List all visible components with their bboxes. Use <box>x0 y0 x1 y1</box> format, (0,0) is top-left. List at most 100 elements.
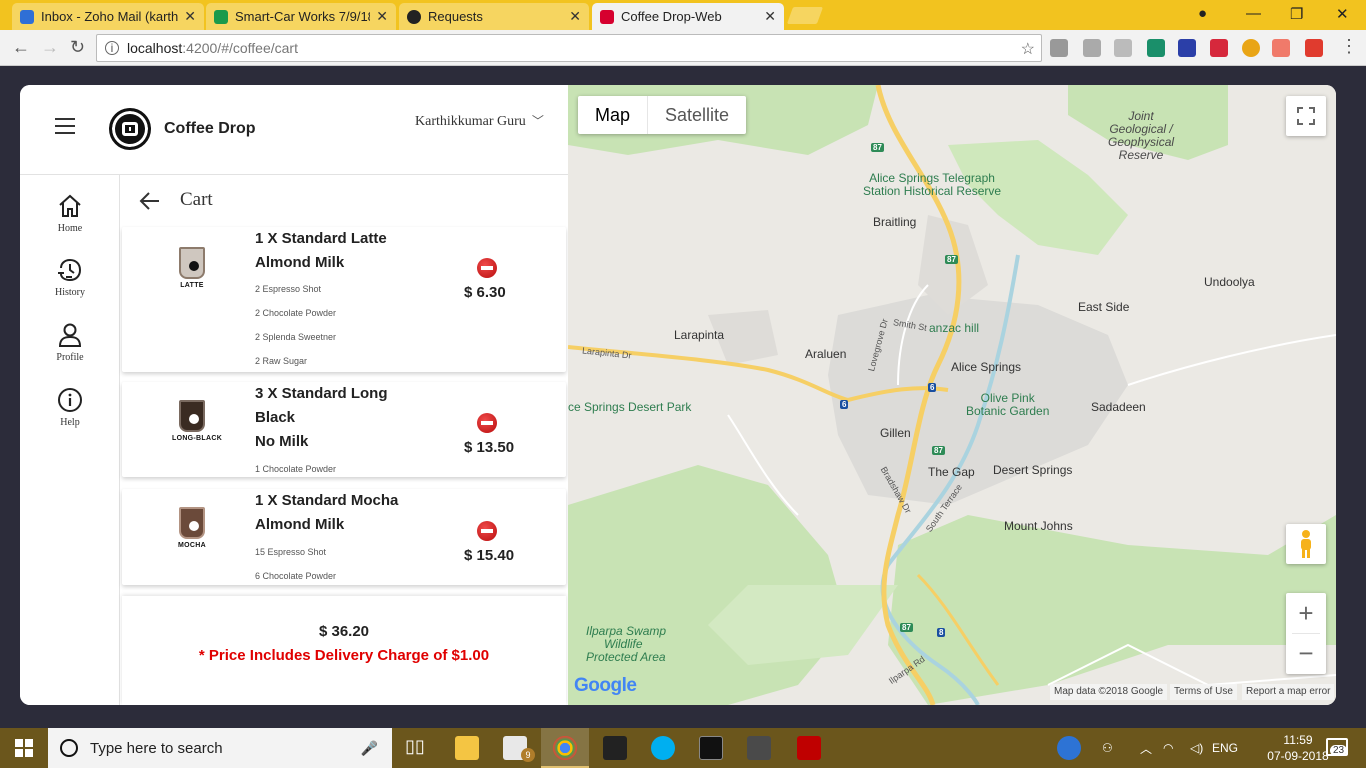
tab-requests[interactable]: Requests ✕ <box>399 3 589 30</box>
camera-icon[interactable] <box>1050 39 1068 57</box>
tab-title: Inbox - Zoho Mail (karthi <box>41 9 179 24</box>
wifi-icon[interactable]: ◠ <box>1163 728 1173 768</box>
extension-icon[interactable] <box>1114 39 1132 57</box>
place-the-gap: The Gap <box>928 465 975 479</box>
terminal-icon[interactable] <box>699 736 723 760</box>
address-bar[interactable]: i localhost:4200/#/coffee/cart ☆ <box>96 34 1042 62</box>
nav-label: Profile <box>56 352 84 363</box>
profile-icon[interactable]: ● <box>1198 5 1207 22</box>
home-icon <box>59 194 81 217</box>
extension-icon[interactable] <box>1147 39 1165 57</box>
hamburger-menu-icon[interactable] <box>55 118 75 139</box>
addon: 2 Chocolate Powder <box>255 308 337 318</box>
route-shield: 87 <box>945 255 958 264</box>
map-type-satellite-button[interactable]: Satellite <box>647 96 746 134</box>
chevron-down-icon: ﹀ <box>531 114 544 128</box>
item-title-cont: Black <box>255 409 296 426</box>
info-icon[interactable]: i <box>105 41 119 55</box>
close-icon[interactable]: ✕ <box>184 8 196 25</box>
street-view-pegman[interactable] <box>1286 524 1326 564</box>
place-desert-park: ce Springs Desert Park <box>568 400 692 414</box>
back-icon[interactable]: ← <box>12 37 30 58</box>
addon: 6 Chocolate Powder <box>255 571 337 581</box>
menu-icon[interactable]: ⋮ <box>1340 36 1358 57</box>
place-braitling: Braitling <box>873 215 917 229</box>
app-header: Coffee Drop Karthikkumar Guru ﹀ <box>20 85 568 175</box>
tab-coffee-drop[interactable]: Coffee Drop-Web ✕ <box>592 3 784 30</box>
bookmark-star-icon[interactable]: ☆ <box>1021 39 1035 59</box>
remove-item-button[interactable] <box>477 521 497 541</box>
nav-item-help[interactable]: Help <box>20 387 120 428</box>
profile-icon <box>58 323 82 347</box>
map-type-map-button[interactable]: Map <box>578 96 647 134</box>
zoom-in-button[interactable]: + <box>1298 593 1313 633</box>
people-icon[interactable]: ⚇ <box>1102 728 1113 768</box>
task-view-icon[interactable]: ▯▯ <box>405 736 429 760</box>
terms-of-use-link[interactable]: Terms of Use <box>1170 684 1237 700</box>
extension-icon[interactable] <box>1178 39 1196 57</box>
long-black-cup-icon: LONG-BLACK <box>172 400 222 442</box>
extension-icon[interactable] <box>1242 39 1260 57</box>
fullscreen-button[interactable] <box>1286 96 1326 136</box>
extension-icon[interactable] <box>1210 39 1228 57</box>
place-sadadeen: Sadadeen <box>1091 400 1146 414</box>
place-larapinta: Larapinta <box>674 328 725 342</box>
volume-icon[interactable]: ◁) <box>1190 728 1203 768</box>
close-icon[interactable]: ✕ <box>569 8 581 25</box>
tab-zoho-mail[interactable]: Inbox - Zoho Mail (karthi ✕ <box>12 3 204 30</box>
extension-icon[interactable] <box>1272 39 1290 57</box>
requests-icon <box>407 9 421 24</box>
close-icon[interactable]: ✕ <box>764 8 776 25</box>
delivery-note: * Price Includes Delivery Charge of $1.0… <box>198 647 490 664</box>
tab-title: Coffee Drop-Web <box>621 9 722 24</box>
user-menu[interactable]: Karthikkumar Guru ﹀ <box>415 112 544 130</box>
addon: 15 Espresso Shot <box>255 547 327 557</box>
cart-item: LONG-BLACK 3 X Standard Long Black No Mi… <box>122 382 566 477</box>
nav-item-profile[interactable]: Profile <box>20 322 120 363</box>
place-desert-springs: Desert Springs <box>993 463 1073 477</box>
file-explorer-icon[interactable] <box>455 736 479 760</box>
start-button[interactable] <box>0 728 48 768</box>
place-ilparpa-swamp: Ilparpa Swamp Wildlife Protected Area <box>586 624 667 664</box>
place-olive-pink: Olive Pink Botanic Garden <box>966 391 1050 418</box>
notification-count: 23 <box>1330 745 1348 756</box>
microphone-icon[interactable]: 🎤 <box>361 740 378 757</box>
item-title: 1 X Standard Mocha <box>255 492 399 509</box>
remove-item-button[interactable] <box>477 413 497 433</box>
forward-icon[interactable]: → <box>41 37 59 58</box>
slack-icon[interactable] <box>603 736 627 760</box>
tray-chevron-icon[interactable]: ︿ <box>1140 728 1152 768</box>
route-shield: 87 <box>932 446 945 455</box>
url-path: :4200/#/coffee/cart <box>182 40 298 56</box>
cart-total: $ 36.20 * Price Includes Delivery Charge… <box>122 596 566 705</box>
back-arrow-icon[interactable] <box>138 189 162 213</box>
new-tab-button[interactable] <box>786 7 824 24</box>
map-view[interactable]: Map Satellite + − Joint Geological / Geoph… <box>568 85 1336 705</box>
map-type-control: Map Satellite <box>578 96 747 134</box>
addon: 2 Splenda Sweetner <box>255 332 337 342</box>
browser-tabstrip: Inbox - Zoho Mail (karthi ✕ Smart-Car Wo… <box>0 0 1366 30</box>
reload-icon[interactable]: ↻ <box>70 37 85 58</box>
maximize-icon[interactable]: ❐ <box>1290 5 1303 23</box>
sublime-icon[interactable] <box>747 736 771 760</box>
extension-icon[interactable] <box>1083 39 1101 57</box>
close-icon[interactable]: ✕ <box>376 8 388 25</box>
zoom-out-button[interactable]: − <box>1298 634 1313 674</box>
language-indicator[interactable]: ENG <box>1212 728 1238 768</box>
help-tray-icon[interactable] <box>1057 736 1081 760</box>
remove-item-button[interactable] <box>477 258 497 278</box>
system-clock[interactable]: 11:59 07-09-2018 <box>1263 732 1333 764</box>
nav-item-history[interactable]: History <box>20 257 120 298</box>
user-name: Karthikkumar Guru <box>415 114 526 129</box>
filezilla-icon[interactable] <box>797 736 821 760</box>
minimize-icon[interactable]: — <box>1246 5 1261 22</box>
windows-logo-icon <box>15 739 33 757</box>
nav-item-home[interactable]: Home <box>20 193 120 234</box>
taskbar-search[interactable]: Type here to search 🎤 <box>48 728 392 768</box>
cors-icon[interactable] <box>1305 39 1323 57</box>
tab-smart-car[interactable]: Smart-Car Works 7/9/18 ✕ <box>206 3 396 30</box>
google-logo: Google <box>574 675 637 696</box>
report-map-error-link[interactable]: Report a map error <box>1242 684 1335 700</box>
close-window-icon[interactable]: ✕ <box>1336 5 1349 23</box>
skype-icon[interactable] <box>651 736 675 760</box>
